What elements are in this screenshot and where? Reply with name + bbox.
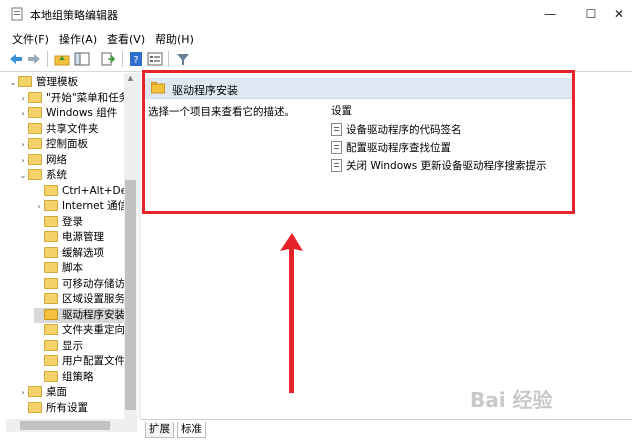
tree-item-locale-services[interactable]: 区域设置服务: [34, 292, 125, 307]
tab-standard[interactable]: 标准: [177, 422, 206, 438]
group-policy-app-icon: [11, 7, 23, 21]
tree-item-user-profiles[interactable]: 用户配置文件: [34, 354, 125, 369]
folder-icon: [44, 323, 58, 335]
forward-icon[interactable]: [26, 51, 42, 67]
chevron-down-icon[interactable]: ⌄: [8, 75, 18, 90]
chevron-right-icon[interactable]: ›: [34, 199, 44, 214]
tree-item-admin-templates[interactable]: ⌄ 管理模板: [8, 75, 78, 90]
folder-icon: [44, 354, 58, 366]
chevron-right-icon[interactable]: ›: [18, 153, 28, 168]
export-icon[interactable]: [100, 51, 116, 67]
tree-item-desktop[interactable]: › 桌面: [18, 385, 67, 400]
tree-pane[interactable]: ⌄ 管理模板 › "开始"菜单和任务 › Windows 组件 共享文件夹 › 控制面板…: [6, 73, 137, 419]
minimize-button[interactable]: —: [540, 6, 560, 22]
chevron-down-icon[interactable]: ⌄: [18, 168, 28, 183]
chevron-right-icon[interactable]: ›: [18, 106, 28, 121]
show-tree-icon[interactable]: [74, 51, 90, 67]
folder-icon: [44, 370, 58, 382]
help-icon[interactable]: ?: [128, 51, 144, 67]
annotation-highlight-box: [142, 70, 575, 214]
chevron-right-icon[interactable]: ›: [18, 385, 28, 400]
menu-file[interactable]: 文件(F): [12, 31, 49, 47]
tree-item-removable-storage[interactable]: 可移动存储访: [34, 277, 125, 292]
tree-item-shared-folders[interactable]: 共享文件夹: [18, 122, 99, 137]
properties-icon[interactable]: [147, 51, 163, 67]
toolbar-separator: [122, 51, 123, 67]
tree-item-network[interactable]: › 网络: [18, 153, 67, 168]
chevron-right-icon[interactable]: ›: [18, 137, 28, 152]
folder-icon: [28, 106, 42, 118]
tab-extended[interactable]: 扩展: [145, 422, 174, 438]
tree-item-all-settings[interactable]: 所有设置: [18, 401, 88, 416]
folder-icon: [28, 385, 42, 397]
toolbar: [0, 48, 632, 70]
tree-item-power[interactable]: 电源管理: [34, 230, 104, 245]
up-folder-icon[interactable]: [54, 51, 70, 67]
tree-item-group-policy[interactable]: 组策略: [34, 370, 94, 385]
tree-item-ctrl-alt-del[interactable]: Ctrl+Alt+De: [34, 184, 127, 199]
filter-icon[interactable]: [175, 51, 191, 67]
watermark: Bai 经验: [470, 388, 553, 412]
tree-scroll-thumb[interactable]: [125, 180, 136, 410]
tree-item-start-menu[interactable]: › "开始"菜单和任务: [18, 91, 129, 106]
annotation-arrow-icon: [280, 233, 303, 393]
folder-open-icon: [44, 308, 58, 320]
folder-icon: [28, 153, 42, 165]
close-button[interactable]: ✕: [609, 6, 629, 22]
tree-item-scripts[interactable]: 脚本: [34, 261, 83, 276]
tree-item-logon[interactable]: 登录: [34, 215, 83, 230]
folder-icon: [44, 215, 58, 227]
menu-view[interactable]: 查看(V): [107, 31, 145, 47]
tree-item-driver-installation[interactable]: 驱动程序安装: [34, 308, 129, 323]
svg-text:?: ?: [133, 55, 138, 66]
folder-icon: [44, 230, 58, 242]
folder-icon: [18, 75, 32, 87]
tree-item-control-panel[interactable]: › 控制面板: [18, 137, 88, 152]
folder-icon: [44, 184, 58, 196]
scroll-up-icon[interactable]: ▲: [125, 74, 136, 84]
menu-action[interactable]: 操作(A): [59, 31, 97, 47]
folder-icon: [44, 292, 58, 304]
folder-icon: [44, 246, 58, 258]
folder-icon: [28, 137, 42, 149]
tree-hscroll-thumb[interactable]: [20, 421, 110, 430]
tree-item-windows-components[interactable]: › Windows 组件: [18, 106, 117, 121]
folder-icon: [28, 401, 42, 413]
folder-icon: [44, 339, 58, 351]
window-title: 本地组策略编辑器: [30, 9, 118, 22]
chevron-right-icon[interactable]: ›: [18, 91, 28, 106]
pane-splitter[interactable]: [138, 73, 141, 419]
folder-icon: [28, 122, 42, 134]
menu-help[interactable]: 帮助(H): [155, 31, 194, 47]
tree-item-mitigation[interactable]: 缓解选项: [34, 246, 104, 261]
tree-item-system[interactable]: ⌄ 系统: [18, 168, 67, 183]
back-icon[interactable]: [8, 51, 24, 67]
tree-item-display[interactable]: 显示: [34, 339, 83, 354]
folder-icon: [28, 91, 42, 103]
maximize-button[interactable]: ☐: [581, 6, 601, 22]
tree-item-folder-redirection[interactable]: 文件夹重定向: [34, 323, 125, 338]
folder-icon: [44, 277, 58, 289]
toolbar-separator: [168, 51, 169, 67]
folder-icon: [28, 168, 42, 180]
folder-icon: [44, 199, 58, 211]
toolbar-separator: [47, 51, 48, 67]
tree-item-internet-comm[interactable]: › Internet 通信: [34, 199, 128, 214]
folder-icon: [44, 261, 58, 273]
